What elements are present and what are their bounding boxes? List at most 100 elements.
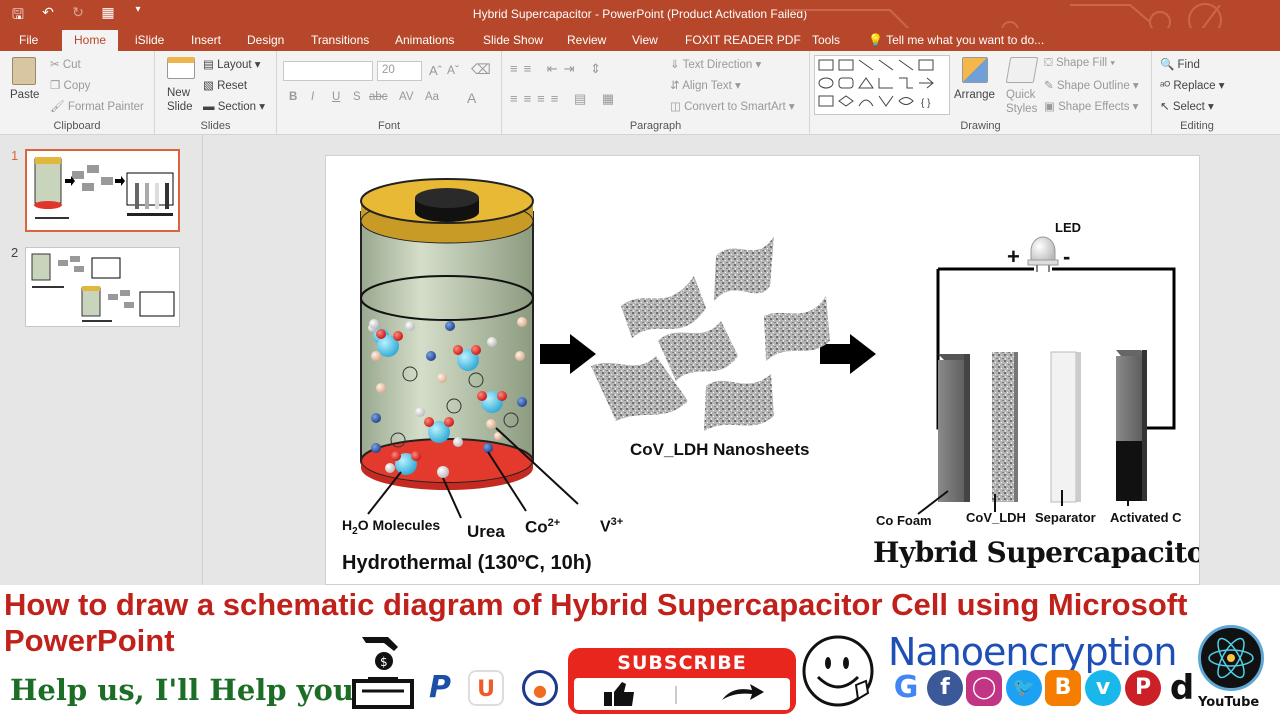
ribbon-tabs: File Home iSlide Insert Design Transitio… bbox=[0, 28, 1280, 51]
quick-styles-label2: Styles bbox=[1006, 103, 1038, 115]
font-size-field[interactable]: 20 bbox=[377, 61, 422, 81]
slides-group: New Slide ▤ Layout ▾ ▧ Reset ▬ Section ▾… bbox=[155, 51, 277, 135]
font-group: 20 Aˆ Aˇ ⌫ B I U S abc AV Aa A Font bbox=[277, 51, 502, 135]
covldh-label: CoV_LDH bbox=[966, 510, 1026, 525]
find-label: Find bbox=[1177, 59, 1200, 71]
tab-view[interactable]: View bbox=[632, 33, 658, 47]
tab-transitions[interactable]: Transitions bbox=[311, 33, 369, 47]
activated-carbon-electrode bbox=[1116, 350, 1147, 501]
shape-effects-button[interactable]: ▣ Shape Effects ▾ bbox=[1044, 99, 1138, 113]
list-buttons[interactable]: ≡≡ ⇤⇥ ⇕ bbox=[510, 61, 607, 77]
tab-home[interactable]: Home bbox=[62, 30, 119, 51]
convert-smartart-button[interactable]: ◫ Convert to SmartArt ▾ bbox=[670, 99, 795, 113]
underline-button[interactable]: U bbox=[332, 91, 340, 103]
tab-slide-show[interactable]: Slide Show bbox=[483, 33, 543, 47]
video-banner: How to draw a schematic diagram of Hybri… bbox=[0, 585, 1280, 720]
tab-insert[interactable]: Insert bbox=[191, 33, 221, 47]
copy-button[interactable]: ❐ Copy bbox=[50, 78, 90, 92]
subscribe-button[interactable]: SUBSCRIBE bbox=[568, 648, 796, 714]
copy-icon: ❐ bbox=[50, 80, 61, 92]
co-superscript: 2+ bbox=[547, 517, 561, 529]
h2o-label: H2O Molecules bbox=[342, 517, 440, 537]
co-foam-label: Co Foam bbox=[876, 513, 932, 528]
tell-me-search[interactable]: 💡 Tell me what you want to do... bbox=[868, 33, 1044, 47]
clear-format-icon[interactable]: ⌫ bbox=[471, 61, 491, 78]
reset-button[interactable]: ▧ Reset bbox=[203, 78, 247, 92]
section-button[interactable]: ▬ Section ▾ bbox=[203, 99, 265, 113]
smiley-thumbs-icon bbox=[802, 635, 874, 707]
font-name-field[interactable] bbox=[283, 61, 373, 81]
tab-islide[interactable]: iSlide bbox=[135, 33, 164, 47]
tab-file[interactable]: File bbox=[19, 33, 38, 47]
ribbon: Paste ✂ Cut ❐ Copy 🖌 Format Painter Clip… bbox=[0, 51, 1280, 135]
grow-font-icon[interactable]: Aˆ bbox=[429, 63, 442, 78]
process-arrow-1 bbox=[540, 334, 596, 374]
slide-thumbnail-2[interactable] bbox=[25, 247, 180, 327]
bold-button[interactable]: B bbox=[289, 91, 297, 103]
layout-icon: ▤ bbox=[203, 59, 214, 71]
slide-thumbnail-1[interactable] bbox=[25, 149, 180, 232]
shape-fill-label: Shape Fill bbox=[1055, 57, 1108, 69]
select-button[interactable]: ↖ Select ▾ bbox=[1160, 99, 1214, 113]
format-painter-label: Format Painter bbox=[67, 101, 144, 113]
find-button[interactable]: 🔍 Find bbox=[1160, 57, 1200, 71]
arrange-icon bbox=[962, 57, 988, 83]
tab-review[interactable]: Review bbox=[567, 33, 606, 47]
upi-icon: U bbox=[468, 670, 504, 706]
cut-button[interactable]: ✂ Cut bbox=[50, 57, 81, 71]
new-slide-button[interactable]: New Slide bbox=[161, 55, 199, 117]
editing-group-label: Editing bbox=[1180, 120, 1214, 132]
strikethrough-button[interactable]: abc bbox=[369, 91, 388, 103]
v-superscript: 3+ bbox=[610, 516, 624, 528]
char-spacing-button[interactable]: AV bbox=[399, 91, 414, 103]
font-color-button[interactable]: A bbox=[467, 90, 476, 106]
pinterest-icon: P bbox=[1125, 670, 1161, 706]
cut-label: Cut bbox=[62, 59, 81, 71]
tab-tools[interactable]: Tools bbox=[812, 33, 840, 47]
thumbnail-preview-1 bbox=[34, 157, 174, 219]
activated-c-label: Activated C bbox=[1110, 510, 1182, 525]
co-label: Co2+ bbox=[525, 517, 560, 538]
change-case-button[interactable]: Aa bbox=[425, 91, 439, 103]
text-direction-button[interactable]: ⇓ Text Direction ▾ bbox=[670, 57, 761, 71]
replace-button[interactable]: ᵃᴼ Replace ▾ bbox=[1160, 78, 1225, 92]
slide-canvas[interactable]: LED + - CoV_LDH Nanosheets H2O Molecules… bbox=[325, 155, 1200, 585]
svg-text:$: $ bbox=[380, 655, 388, 669]
shape-fill-button[interactable]: ⛋ Shape Fill ▾ bbox=[1044, 57, 1115, 70]
format-painter-button[interactable]: 🖌 Format Painter bbox=[50, 99, 144, 113]
shadow-button[interactable]: S bbox=[353, 91, 361, 103]
minus-sign: - bbox=[1063, 244, 1071, 269]
quick-styles-button[interactable]: Quick Styles bbox=[1002, 55, 1042, 117]
shapes-gallery[interactable]: { } bbox=[814, 55, 950, 115]
title-bar: 🖫 ↶ ↻ ▦ ▾ Hybrid Supercapacitor - PowerP… bbox=[0, 0, 1280, 48]
shape-outline-label: Shape Outline bbox=[1056, 80, 1130, 92]
tab-design[interactable]: Design bbox=[247, 33, 284, 47]
quick-styles-label: Quick bbox=[1006, 89, 1036, 101]
replace-label: Replace bbox=[1173, 80, 1216, 92]
co-foam-electrode bbox=[938, 354, 970, 502]
shrink-font-icon[interactable]: Aˇ bbox=[447, 63, 459, 77]
italic-button[interactable]: I bbox=[311, 91, 314, 103]
drawing-group: { } Arrange Quick Styles ⛋ Shape Fill ▾ … bbox=[810, 51, 1152, 135]
arrange-label: Arrange bbox=[954, 89, 995, 101]
alignment-buttons[interactable]: ≡≡≡≡ ▤ ▦ bbox=[510, 91, 620, 107]
lightbulb-icon: 💡 bbox=[868, 33, 883, 47]
arrange-button[interactable]: Arrange bbox=[954, 55, 998, 117]
urea-label: Urea bbox=[467, 522, 505, 541]
slides-group-label: Slides bbox=[200, 120, 231, 132]
section-icon: ▬ bbox=[203, 101, 215, 113]
paragraph-group-label: Paragraph bbox=[629, 120, 682, 132]
new-slide-label2: Slide bbox=[167, 101, 193, 113]
tab-animations[interactable]: Animations bbox=[395, 33, 454, 47]
paste-button[interactable]: Paste bbox=[6, 55, 42, 117]
shape-outline-button[interactable]: ✎ Shape Outline ▾ bbox=[1044, 78, 1139, 92]
layout-button[interactable]: ▤ Layout ▾ bbox=[203, 57, 261, 71]
v-symbol: V bbox=[600, 518, 611, 536]
align-text-button[interactable]: ⇵ Align Text ▾ bbox=[670, 78, 741, 92]
hydrothermal-label: Hydrothermal (130ºC, 10h) bbox=[342, 552, 592, 574]
h2o-rest: O Molecules bbox=[357, 517, 441, 533]
nanosheets bbox=[591, 236, 830, 431]
convert-smartart-label: Convert to SmartArt bbox=[684, 101, 786, 113]
tab-foxit-reader-pdf[interactable]: FOXIT READER PDF bbox=[685, 33, 801, 47]
thumbnail-preview-2 bbox=[31, 253, 175, 322]
